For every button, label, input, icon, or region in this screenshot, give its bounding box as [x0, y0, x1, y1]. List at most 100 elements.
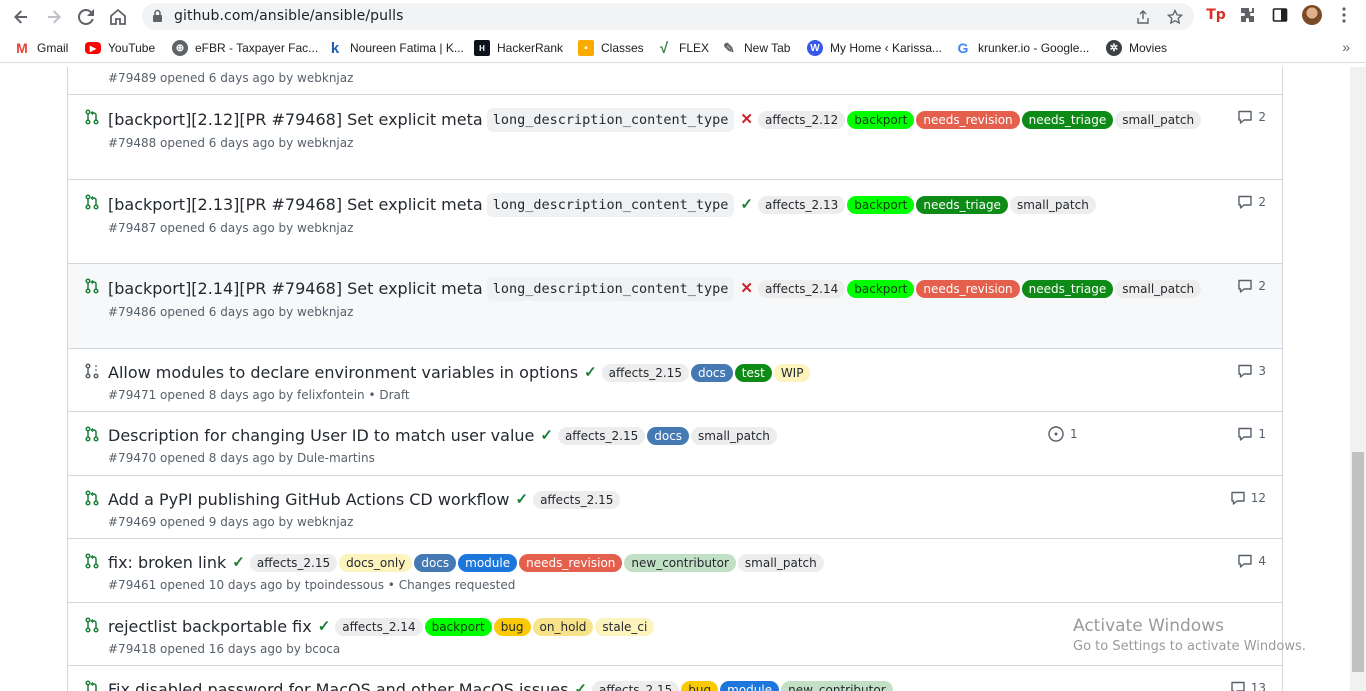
label-small-patch[interactable]: small_patch — [691, 427, 777, 445]
label-small-patch[interactable]: small_patch — [1009, 196, 1096, 214]
pr-title-link[interactable]: rejectlist backportable fix — [108, 617, 312, 636]
bookmark-newtab[interactable]: ✎ New Tab — [721, 40, 790, 56]
bookmark-myhome[interactable]: W My Home ‹ Karissa... — [807, 40, 942, 56]
check-passed-icon[interactable]: ✓ — [740, 194, 753, 216]
pr-row[interactable]: Add a PyPI publishing GitHub Actions CD … — [68, 475, 1282, 538]
check-passed-icon[interactable]: ✓ — [574, 679, 587, 691]
pr-title-link[interactable]: [backport][2.14][PR #79468] Set explicit… — [108, 279, 483, 298]
comments-link[interactable]: 4 — [1237, 553, 1266, 569]
pr-title-link[interactable]: Description for changing User ID to matc… — [108, 426, 534, 445]
label-needs-triage[interactable]: needs_triage — [1021, 111, 1114, 129]
forward-icon[interactable] — [41, 4, 67, 30]
check-passed-icon[interactable]: ✓ — [540, 425, 553, 447]
pr-title-link[interactable]: Add a PyPI publishing GitHub Actions CD … — [108, 490, 509, 509]
label-affects-2-15[interactable]: affects_2.15 — [601, 364, 689, 382]
label-backport[interactable]: backport — [847, 111, 915, 129]
label-docs[interactable]: docs — [414, 554, 457, 572]
label-affects-2-15[interactable]: affects_2.15 — [249, 554, 338, 572]
label-docs[interactable]: docs — [647, 427, 690, 445]
label-small-patch[interactable]: small_patch — [1115, 111, 1202, 129]
label-test[interactable]: test — [734, 364, 772, 382]
label-docs-only[interactable]: docs_only — [339, 554, 413, 572]
bookmarks-overflow-icon[interactable]: » — [1342, 39, 1350, 55]
url-text[interactable]: github.com/ansible/ansible/pulls — [174, 8, 403, 24]
address-bar[interactable]: github.com/ansible/ansible/pulls — [142, 3, 1194, 30]
scrollbar-thumb[interactable] — [1352, 452, 1364, 672]
pr-row[interactable]: [backport][2.13][PR #79468] Set explicit… — [68, 179, 1282, 263]
label-affects-2-15[interactable]: affects_2.15 — [533, 491, 621, 509]
pr-row[interactable]: [backport][2.12][PR #79468] Set explicit… — [68, 94, 1282, 179]
label-backport[interactable]: backport — [424, 618, 492, 636]
extensions-puzzle-icon[interactable] — [1238, 5, 1258, 25]
label-docs[interactable]: docs — [690, 364, 733, 382]
pr-title-link[interactable]: [backport][2.13][PR #79468] Set explicit… — [108, 195, 483, 214]
label-affects-2-15[interactable]: affects_2.15 — [592, 681, 680, 691]
bookmark-krunker[interactable]: G krunker.io - Google... — [955, 40, 1090, 56]
pr-row[interactable]: fix: broken link ✓ affects_2.15 docs_only do… — [68, 538, 1282, 602]
pr-title-link[interactable]: Fix disabled password for MacOS and othe… — [108, 680, 568, 691]
label-new-contributor[interactable]: new_contributor — [781, 681, 893, 691]
label-needs-revision[interactable]: needs_revision — [916, 111, 1020, 129]
label-small-patch[interactable]: small_patch — [737, 554, 824, 572]
menu-kebab-icon[interactable] — [1334, 5, 1354, 25]
comments-link[interactable]: 1 — [1237, 426, 1266, 442]
tp-extension-icon[interactable]: Tp — [1206, 5, 1226, 25]
check-passed-icon[interactable]: ✓ — [515, 489, 528, 511]
label-needs-revision[interactable]: needs_revision — [916, 280, 1020, 298]
label-backport[interactable]: backport — [847, 280, 915, 298]
bookmark-noureen[interactable]: k Noureen Fatima | K... — [327, 40, 464, 57]
label-on-hold[interactable]: on_hold — [532, 618, 594, 636]
reload-icon[interactable] — [73, 4, 99, 30]
pr-title-code[interactable]: long_description_content_type — [486, 108, 735, 132]
label-small-patch[interactable]: small_patch — [1115, 280, 1202, 298]
pr-title-code[interactable]: long_description_content_type — [486, 193, 735, 217]
check-passed-icon[interactable]: ✓ — [232, 552, 245, 574]
star-icon[interactable] — [1167, 9, 1183, 25]
bookmark-youtube[interactable]: ▶ YouTube — [85, 40, 155, 56]
pr-title-link[interactable]: Allow modules to declare environment var… — [108, 363, 578, 382]
comments-link[interactable]: 12 — [1230, 490, 1266, 506]
bookmark-hackerrank[interactable]: H HackerRank — [474, 40, 563, 56]
bookmark-efbr[interactable]: ⊕ eFBR - Taxpayer Fac... — [172, 40, 318, 56]
comments-link[interactable]: 13 — [1230, 680, 1266, 691]
label-module[interactable]: module — [458, 554, 518, 572]
comments-link[interactable]: 2 — [1237, 278, 1266, 294]
label-affects-2-15[interactable]: affects_2.15 — [557, 427, 646, 445]
label-bug[interactable]: bug — [493, 618, 531, 636]
label-bug[interactable]: bug — [681, 681, 719, 691]
label-backport[interactable]: backport — [847, 196, 915, 214]
home-icon[interactable] — [105, 4, 131, 30]
label-needs-triage[interactable]: needs_triage — [916, 196, 1008, 214]
comments-link[interactable]: 2 — [1237, 109, 1266, 125]
label-needs-triage[interactable]: needs_triage — [1021, 280, 1114, 298]
side-panel-icon[interactable] — [1270, 5, 1290, 25]
label-affects-2-14[interactable]: affects_2.14 — [335, 618, 423, 636]
comments-link[interactable]: 3 — [1237, 363, 1266, 379]
pr-row[interactable]: [backport][2.14][PR #79468] Set explicit… — [68, 263, 1282, 348]
bookmark-movies[interactable]: ✲ Movies — [1106, 40, 1167, 56]
back-icon[interactable] — [8, 4, 34, 30]
check-passed-icon[interactable]: ✓ — [584, 362, 597, 384]
pr-row[interactable]: Allow modules to declare environment var… — [68, 348, 1282, 411]
profile-avatar[interactable] — [1302, 5, 1322, 25]
bookmark-flex[interactable]: √ FLEX — [656, 40, 709, 57]
pr-title-link[interactable]: [backport][2.12][PR #79468] Set explicit… — [108, 110, 483, 129]
comments-link[interactable]: 2 — [1237, 194, 1266, 210]
linked-issues[interactable]: 1 — [1048, 426, 1078, 442]
label-new-contributor[interactable]: new_contributor — [624, 554, 736, 572]
pr-title-link[interactable]: fix: broken link — [108, 553, 226, 572]
label-needs-revision[interactable]: needs_revision — [519, 554, 623, 572]
bookmark-gmail[interactable]: M Gmail — [14, 40, 68, 56]
label-module[interactable]: module — [720, 681, 780, 691]
page-scrollbar[interactable] — [1350, 67, 1366, 691]
pr-row[interactable]: Fix disabled password for MacOS and othe… — [68, 665, 1282, 691]
label-affects-2-13[interactable]: affects_2.13 — [757, 196, 846, 214]
share-icon[interactable] — [1135, 9, 1151, 25]
label-stale-ci[interactable]: stale_ci — [595, 618, 655, 636]
pr-title-code[interactable]: long_description_content_type — [486, 277, 735, 301]
check-passed-icon[interactable]: ✓ — [318, 616, 331, 638]
label-affects-2-14[interactable]: affects_2.14 — [757, 280, 846, 298]
check-failed-icon[interactable]: ✕ — [740, 278, 753, 300]
label-affects-2-12[interactable]: affects_2.12 — [757, 111, 846, 129]
pr-row[interactable]: Description for changing User ID to matc… — [68, 411, 1282, 475]
